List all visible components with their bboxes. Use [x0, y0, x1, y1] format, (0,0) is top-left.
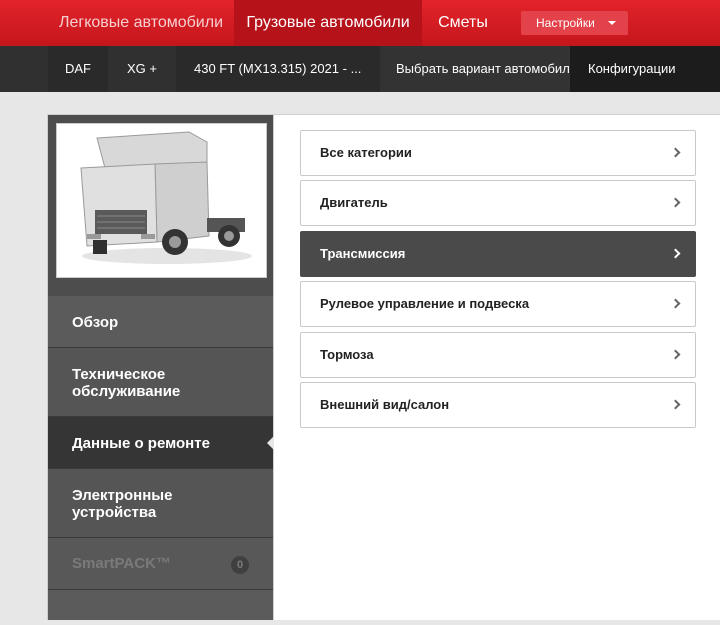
menu-item-repair-data[interactable]: Данные о ремонте	[48, 417, 274, 469]
breadcrumb-engine[interactable]: 430 FT (MX13.315) 2021 - ...	[176, 46, 380, 92]
category-label: Рулевое управление и подвеска	[320, 296, 530, 311]
category-label: Трансмиссия	[320, 246, 406, 261]
category-panel: Все категории Двигатель Трансмиссия Руле…	[274, 114, 720, 620]
breadcrumb-make[interactable]: DAF	[48, 46, 108, 92]
menu-item-label: Электронные устройства	[72, 487, 173, 521]
tab-estimates[interactable]: Сметы	[422, 0, 504, 46]
chevron-right-icon	[670, 399, 681, 410]
menu-item-empty	[48, 590, 273, 620]
vehicle-image	[56, 123, 267, 278]
category-steering-suspension[interactable]: Рулевое управление и подвеска	[300, 281, 696, 327]
count-badge: 0	[231, 556, 249, 574]
truck-image-icon	[80, 131, 252, 264]
category-label: Все категории	[320, 145, 412, 160]
left-panel: Обзор Техническое обслуживание Данные о …	[47, 114, 274, 620]
category-label: Тормоза	[320, 347, 374, 362]
menu-item-electronics[interactable]: Электронные устройства	[48, 469, 273, 538]
menu-item-overview[interactable]: Обзор	[48, 296, 273, 348]
category-label: Внешний вид/салон	[320, 397, 450, 412]
category-engine[interactable]: Двигатель	[300, 180, 696, 226]
category-transmission[interactable]: Трансмиссия	[300, 231, 696, 277]
breadcrumb-model[interactable]: XG +	[108, 46, 176, 92]
breadcrumb: DAF XG + 430 FT (MX13.315) 2021 - ... Вы…	[0, 46, 720, 92]
active-indicator-icon	[267, 436, 274, 450]
menu-item-label: Техническое обслуживание	[72, 366, 181, 400]
tab-passenger-cars[interactable]: Легковые автомобили	[48, 0, 234, 46]
tab-trucks[interactable]: Грузовые автомобили	[234, 0, 422, 46]
menu-item-maintenance[interactable]: Техническое обслуживание	[48, 348, 273, 417]
chevron-right-icon	[670, 248, 681, 259]
chevron-right-icon	[670, 349, 681, 360]
breadcrumb-vehicle-variant[interactable]: Выбрать вариант автомобиля	[380, 46, 570, 92]
category-label: Двигатель	[320, 195, 388, 210]
caret-down-icon	[608, 21, 616, 25]
category-all[interactable]: Все категории	[300, 130, 696, 176]
chevron-right-icon	[670, 298, 681, 309]
menu-item-label: Данные о ремонте	[72, 435, 210, 452]
breadcrumb-configurations[interactable]: Конфигурации	[570, 46, 720, 92]
top-navigation: Легковые автомобили Грузовые автомобили …	[0, 0, 720, 46]
settings-dropdown-button[interactable]: Настройки	[521, 11, 628, 35]
category-brakes[interactable]: Тормоза	[300, 332, 696, 378]
menu-item-label: Обзор	[72, 314, 119, 331]
settings-label: Настройки	[536, 16, 595, 30]
chevron-right-icon	[670, 197, 681, 208]
chevron-right-icon	[670, 147, 681, 158]
category-exterior-interior[interactable]: Внешний вид/салон	[300, 382, 696, 428]
menu-item-smartpack[interactable]: SmartPACK™ 0	[48, 538, 273, 590]
